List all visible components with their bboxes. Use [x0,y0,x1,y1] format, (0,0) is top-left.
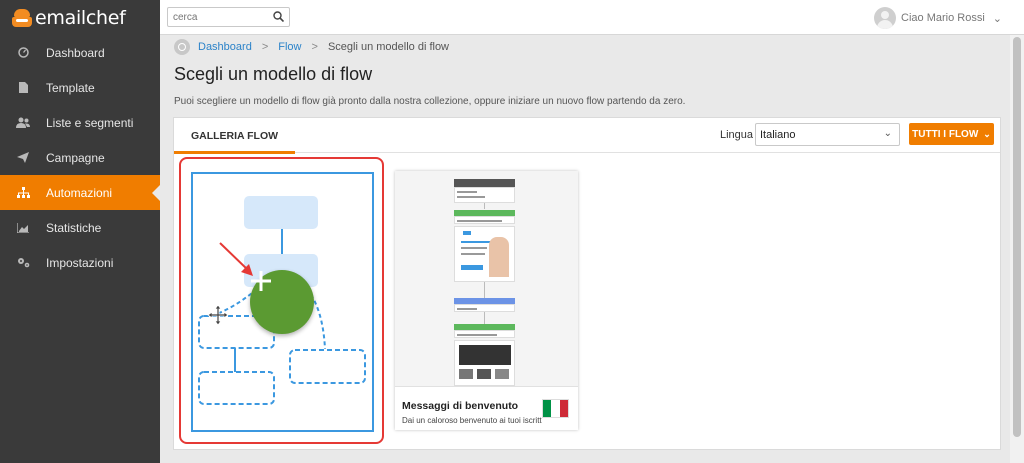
sidebar-item-campagne[interactable]: Campagne [0,140,160,175]
sidebar-item-label: Automazioni [46,185,113,200]
blank-flow-preview [191,172,374,432]
new-flow-card[interactable] [179,157,384,444]
tab-galleria-flow[interactable]: GALLERIA FLOW [174,118,295,154]
page-title: Scegli un modello di flow [174,64,373,84]
main-content: Ciao Mario Rossi ⌄ Dashboard > Flow > Sc… [160,0,1024,463]
sidebar-item-automazioni[interactable]: Automazioni [0,175,160,210]
chevron-down-icon: ⌄ [883,128,892,139]
add-flow-icon[interactable] [250,270,314,334]
language-label: Lingua [720,129,754,141]
sidebar-item-liste-segmenti[interactable]: Liste e segmenti [0,105,160,140]
user-menu[interactable]: Ciao Mario Rossi ⌄ [874,7,1002,29]
all-flows-label: TUTTI I FLOW [912,128,979,140]
breadcrumb-flow[interactable]: Flow [278,41,301,53]
logo-text: emailchef [35,6,126,29]
dashboard-icon [0,47,46,58]
user-greeting: Ciao Mario Rossi [901,12,985,24]
template-preview [395,171,578,386]
sidebar-item-label: Template [46,80,95,95]
topbar: Ciao Mario Rossi ⌄ [160,0,1024,35]
sidebar-item-label: Dashboard [46,45,105,60]
arrow-annotation-icon [219,242,253,276]
gallery-panel: GALLERIA FLOW Lingua Italiano ⌄ TUTTI I … [173,117,1001,450]
paper-plane-icon [0,152,46,163]
language-select[interactable]: Italiano ⌄ [755,123,900,146]
sidebar-item-label: Impostazioni [46,255,114,270]
page-subtitle: Puoi scegliere un modello di flow già pr… [174,96,686,107]
all-flows-button[interactable]: TUTTI I FLOW ⌄ [909,123,994,145]
chef-hat-icon [12,8,32,27]
chart-icon [0,222,46,233]
users-icon [0,117,46,128]
tab-label: GALLERIA FLOW [190,129,279,142]
chevron-down-icon: ⌄ [992,12,1002,25]
template-description: Dai un caloroso benvenuto ai tuoi iscrit… [402,416,542,425]
scrollbar[interactable] [1010,35,1024,463]
breadcrumb-current: Scegli un modello di flow [327,41,450,53]
italy-flag-icon [542,399,569,418]
document-icon [0,82,46,93]
sidebar-item-impostazioni[interactable]: Impostazioni [0,245,160,280]
sidebar-item-label: Campagne [46,150,105,165]
sidebar-item-label: Statistiche [46,220,102,235]
gears-icon [0,257,46,268]
breadcrumb-dashboard[interactable]: Dashboard [198,41,252,53]
sidebar-item-statistiche[interactable]: Statistiche [0,210,160,245]
chevron-down-icon: ⌄ [983,128,991,139]
chevron-right-icon: > [311,41,318,53]
sitemap-icon [0,187,46,198]
search-icon[interactable] [273,11,284,22]
home-icon[interactable] [174,39,190,55]
search-box [167,7,290,27]
breadcrumb: Dashboard > Flow > Scegli un modello di … [174,39,449,55]
search-input[interactable] [168,8,268,26]
language-value: Italiano [760,128,796,141]
template-info: Messaggi di benvenuto Dai un caloroso be… [395,386,578,430]
sidebar: emailchef Dashboard Template Liste e seg… [0,0,160,463]
logo[interactable]: emailchef [0,0,160,35]
move-icon [207,304,229,326]
chevron-right-icon: > [261,41,269,53]
template-card-benvenuto[interactable]: Messaggi di benvenuto Dai un caloroso be… [395,171,578,430]
sidebar-item-template[interactable]: Template [0,70,160,105]
template-name: Messaggi di benvenuto [402,400,519,412]
sidebar-item-dashboard[interactable]: Dashboard [0,35,160,70]
gallery-toolbar: GALLERIA FLOW Lingua Italiano ⌄ TUTTI I … [174,118,1000,154]
sidebar-item-label: Liste e segmenti [46,115,134,130]
avatar [874,7,897,29]
